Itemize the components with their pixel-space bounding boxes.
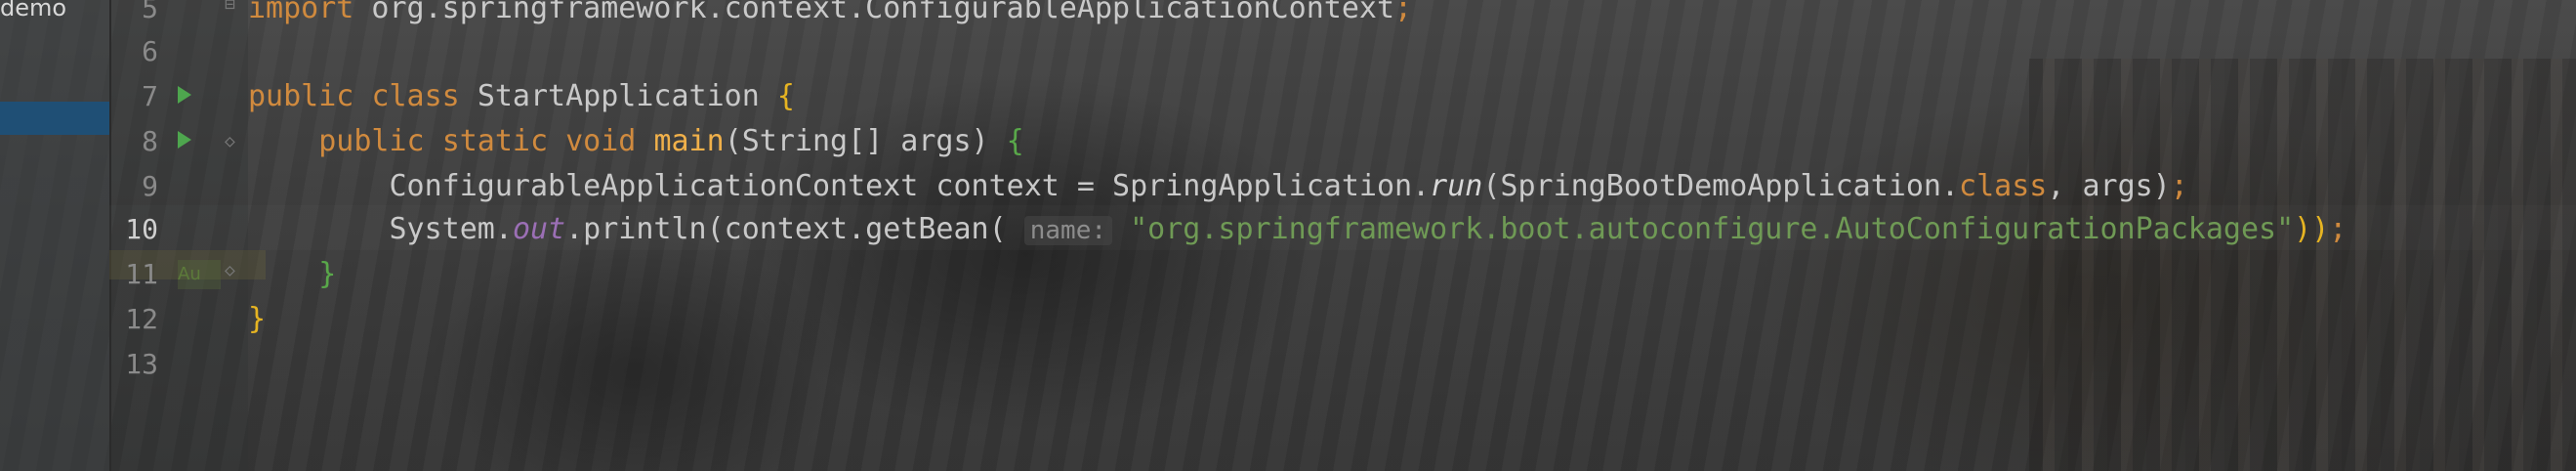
semicolon: ; <box>2170 169 2188 203</box>
code-line-7[interactable]: public class StartApplication { <box>248 74 795 119</box>
run-args-close: , args) <box>2047 169 2171 203</box>
code-line-11[interactable]: } <box>248 252 336 297</box>
fold-import-icon[interactable]: ⊟ <box>225 0 242 14</box>
code-line-5[interactable]: import org.springframework.context.Confi… <box>248 0 1412 31</box>
run-main-icon[interactable] <box>178 131 191 149</box>
class-name: StartApplication <box>477 79 760 113</box>
code-line-12[interactable]: } <box>248 297 266 342</box>
code-line-9[interactable]: ConfigurableApplicationContext context =… <box>248 164 2188 209</box>
method-params: (String[] args) <box>724 124 1007 158</box>
line-number: 6 <box>142 35 158 67</box>
fold-method-icon[interactable]: ◇ <box>225 133 242 150</box>
static-field-out: out <box>512 212 566 246</box>
fold-end-icon[interactable]: ◇ <box>225 262 242 279</box>
run-class-icon[interactable] <box>178 86 191 104</box>
line-number: 7 <box>142 80 158 112</box>
run-args-open: (SpringBootDemoApplication. <box>1482 169 1960 203</box>
line-11-annotation-marker-icon[interactable]: Au <box>178 260 221 289</box>
import-path: org.springframework.context.Configurable… <box>353 0 1395 25</box>
project-tree-item-demo[interactable]: demo <box>0 0 66 21</box>
keyword-public: public <box>318 124 425 158</box>
project-tool-window[interactable]: demo <box>0 0 111 471</box>
keyword-static: static <box>441 124 549 158</box>
keyword-void: void <box>565 124 637 158</box>
semicolon: ; <box>2329 212 2347 246</box>
method-close-brace: } <box>318 257 337 291</box>
class-close-brace: } <box>248 302 267 336</box>
method-name-main: main <box>653 124 725 158</box>
parameter-name-hint: name: <box>1023 216 1113 245</box>
code-line-10[interactable]: System.out.println(context.getBean( name… <box>248 207 2347 253</box>
code-line-8[interactable]: public static void main(String[] args) { <box>248 119 1024 164</box>
project-tree-selected-row[interactable] <box>0 102 109 135</box>
class-open-brace: { <box>776 79 795 113</box>
println-call: .println(context.getBean( <box>565 212 1024 246</box>
line-number: 5 <box>142 0 158 24</box>
keyword-public: public <box>248 79 354 113</box>
closing-parens: )) <box>2294 212 2330 246</box>
semicolon: ; <box>1394 0 1413 25</box>
string-literal: "org.springframework.boot.autoconfigure.… <box>1130 212 2295 246</box>
line-number: 9 <box>142 170 158 202</box>
system-class: System. <box>389 212 513 246</box>
static-method-run: run <box>1430 169 1483 203</box>
keyword-import: import <box>248 0 354 25</box>
type-name: ConfigurableApplicationContext <box>389 169 919 203</box>
line-number-current: 10 <box>125 213 158 245</box>
keyword-class: class <box>1959 169 2048 203</box>
method-open-brace: { <box>1006 124 1024 158</box>
line-number: 12 <box>125 303 158 335</box>
keyword-class: class <box>371 79 460 113</box>
line-number: 11 <box>125 258 158 290</box>
variable-assignment: context = SpringApplication. <box>918 169 1431 203</box>
background-bookshelf <box>2029 59 2576 471</box>
line-number: 8 <box>142 125 158 157</box>
line-number: 13 <box>125 348 158 380</box>
